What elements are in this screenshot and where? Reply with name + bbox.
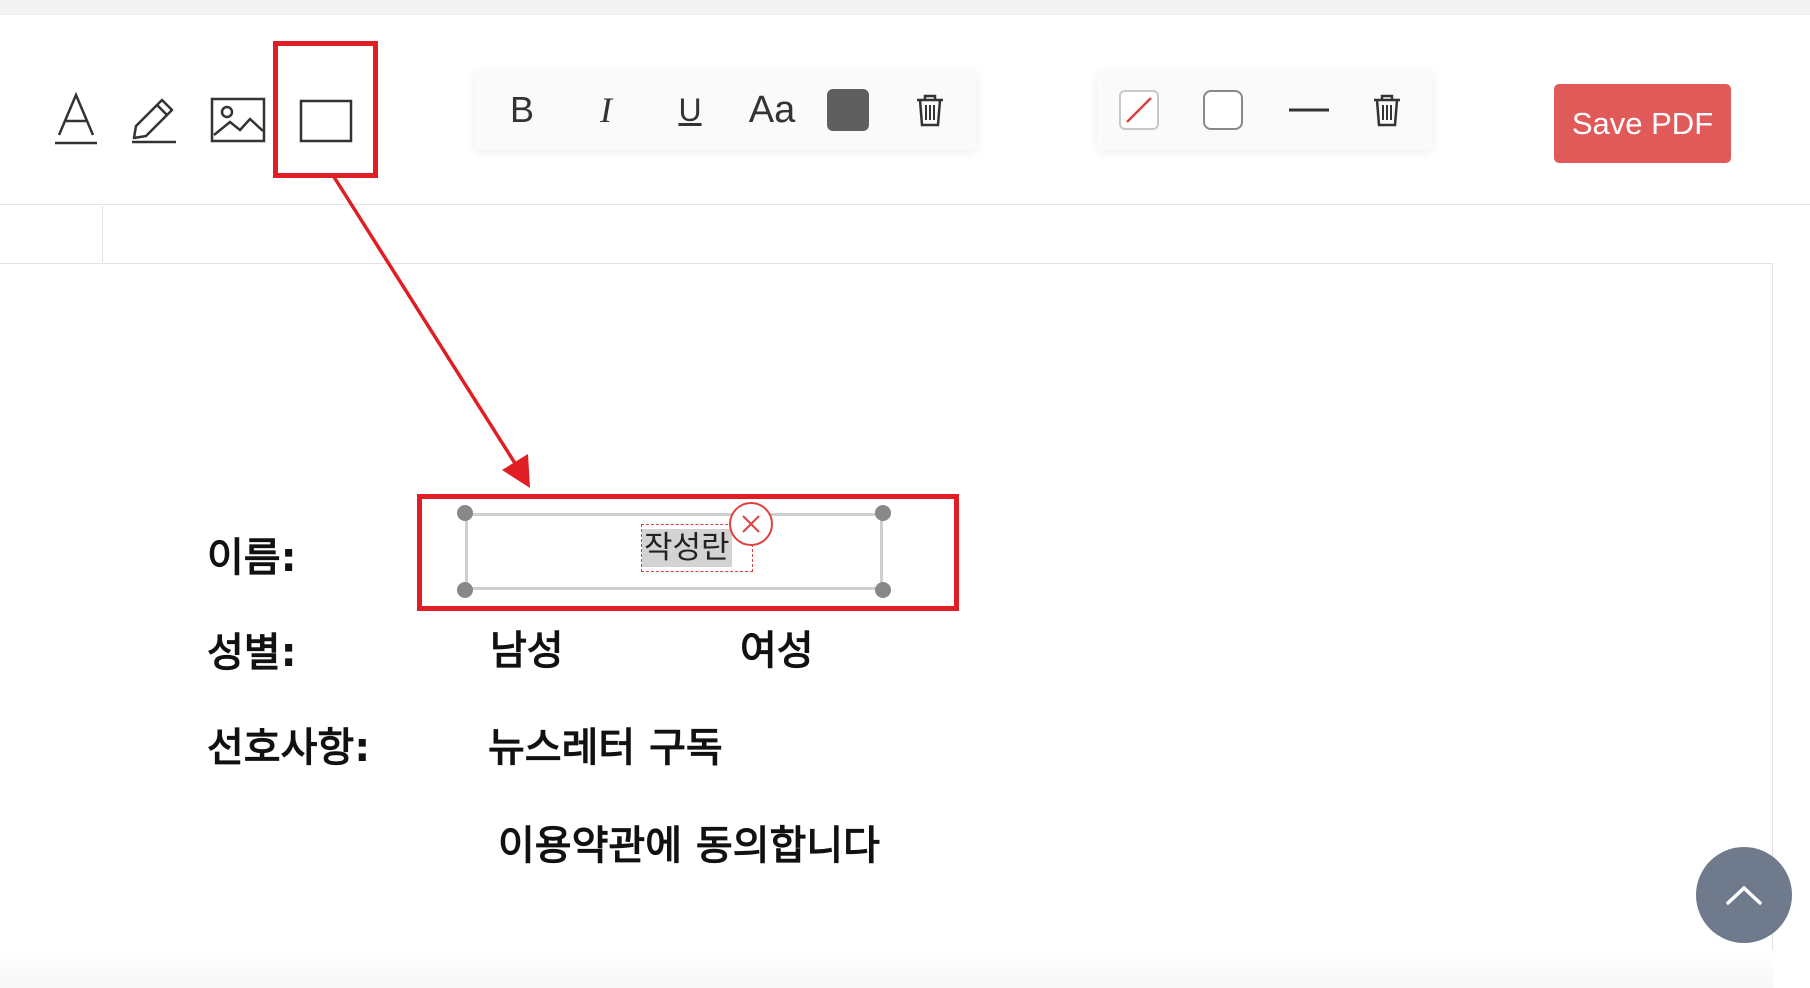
scroll-to-top-button[interactable]: [1696, 847, 1792, 943]
annotation-arrow: [332, 176, 530, 488]
chevron-up-icon: [1726, 886, 1762, 905]
